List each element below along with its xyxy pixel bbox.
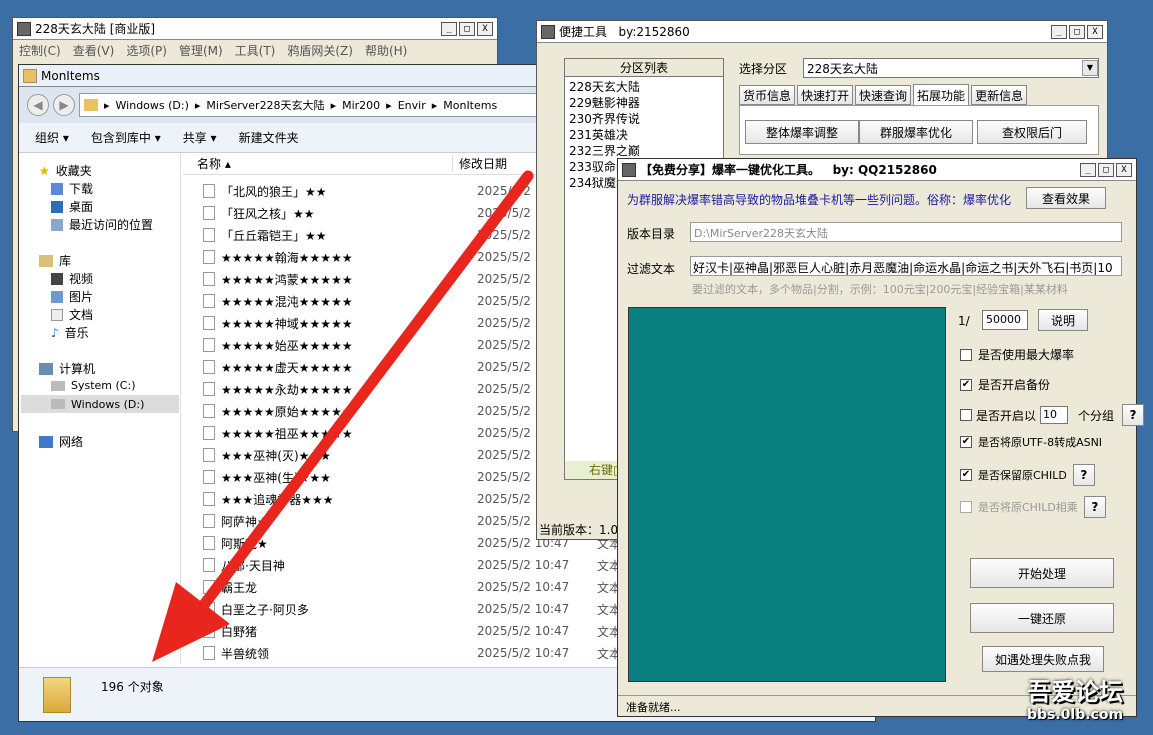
forum-logo-text: 吾爱论坛 <box>1027 678 1123 706</box>
forum-watermark: 吾爱论坛 bbs.0lb.com <box>1005 672 1145 723</box>
forum-url: bbs.0lb.com <box>1026 707 1124 723</box>
red-arrow-annotation <box>152 170 534 662</box>
